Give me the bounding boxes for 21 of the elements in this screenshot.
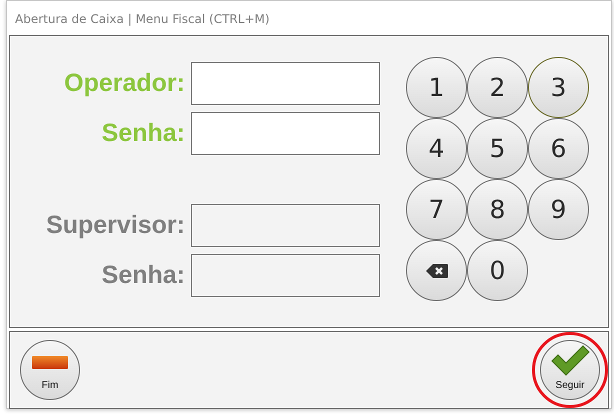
- digit-key[interactable]: 5: [467, 118, 528, 179]
- digit-key[interactable]: 6: [528, 118, 589, 179]
- checkmark-icon: [550, 344, 590, 376]
- field-label: Supervisor:: [45, 210, 185, 241]
- digit-key[interactable]: 1: [406, 57, 467, 118]
- digit-key[interactable]: 0: [467, 240, 528, 301]
- window-title: Abertura de Caixa | Menu Fiscal (CTRL+M): [14, 11, 271, 28]
- end-button[interactable]: Fim: [20, 340, 80, 400]
- digit-key[interactable]: 9: [528, 179, 589, 240]
- field-label: Senha:: [100, 260, 185, 291]
- backspace-icon: [426, 264, 448, 278]
- digit-key[interactable]: 2: [467, 57, 528, 118]
- minus-icon: [32, 356, 68, 369]
- field-label: Operador:: [63, 68, 185, 99]
- digit-key[interactable]: 3: [528, 57, 589, 118]
- digit-key[interactable]: 4: [406, 118, 467, 179]
- input-field[interactable]: [191, 62, 380, 105]
- field-label: Senha:: [100, 118, 185, 149]
- input-field[interactable]: [191, 112, 380, 155]
- digit-key[interactable]: 8: [467, 179, 528, 240]
- digit-key[interactable]: 7: [406, 179, 467, 240]
